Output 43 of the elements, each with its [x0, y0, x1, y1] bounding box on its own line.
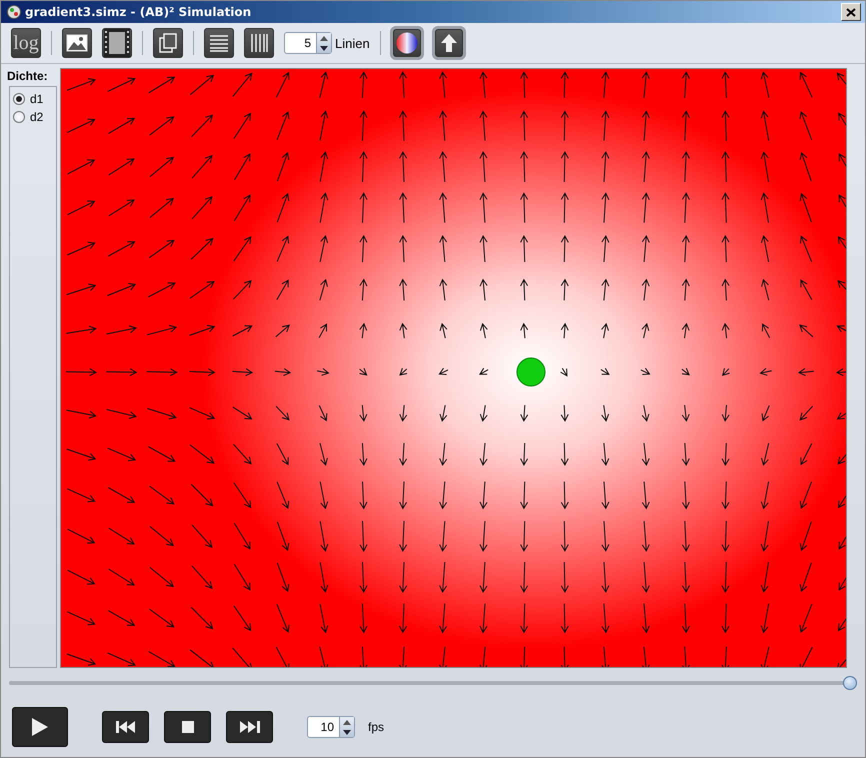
number-spinner[interactable]: 5: [284, 32, 332, 54]
skip-forward-button[interactable]: [226, 711, 273, 743]
close-button[interactable]: [841, 3, 861, 21]
app-icon: [7, 5, 21, 19]
timeline-slider[interactable]: [9, 676, 857, 690]
play-button[interactable]: [12, 707, 68, 747]
radio-button[interactable]: [13, 93, 25, 105]
radio-label: d1: [30, 91, 44, 107]
film-icon: [104, 29, 130, 57]
particle: [516, 358, 546, 386]
fps-label: fps: [368, 720, 384, 734]
density-label: Dichte:: [7, 68, 49, 85]
window-title: gradient3.simz - (AB)² Simulation: [25, 5, 252, 19]
vertical-lines-icon: [250, 34, 268, 52]
spinner-down-icon: [320, 46, 328, 50]
copy-button[interactable]: [153, 28, 183, 58]
skip-forward-icon: [240, 721, 260, 733]
skip-back-button[interactable]: [102, 711, 149, 743]
spinner-up-icon: [343, 720, 351, 724]
stop-button[interactable]: [164, 711, 211, 743]
color-sphere-icon: [396, 32, 418, 54]
up-arrow-icon: [440, 34, 457, 52]
horizontal-lines-icon: [210, 34, 228, 52]
vertical-lines-button[interactable]: [244, 28, 274, 58]
lines-label: Linien: [335, 36, 370, 50]
play-icon: [32, 718, 48, 736]
copy-icon: [159, 33, 177, 53]
log-button[interactable]: log: [11, 28, 41, 58]
spinner-up-icon: [320, 36, 328, 40]
slider-thumb[interactable]: [843, 676, 857, 690]
number-spinner[interactable]: 10: [307, 716, 355, 738]
image-button[interactable]: [62, 28, 92, 58]
radio-label: d2: [30, 109, 44, 125]
film-button[interactable]: [102, 28, 132, 58]
radio-button[interactable]: [13, 111, 25, 123]
stop-icon: [182, 721, 194, 733]
color-button[interactable]: [392, 29, 421, 57]
up-button[interactable]: [434, 29, 463, 57]
picture-icon: [66, 34, 88, 52]
spinner-down-icon: [343, 730, 351, 734]
horizontal-lines-button[interactable]: [204, 28, 234, 58]
close-icon: [846, 8, 856, 16]
skip-back-icon: [116, 721, 136, 733]
